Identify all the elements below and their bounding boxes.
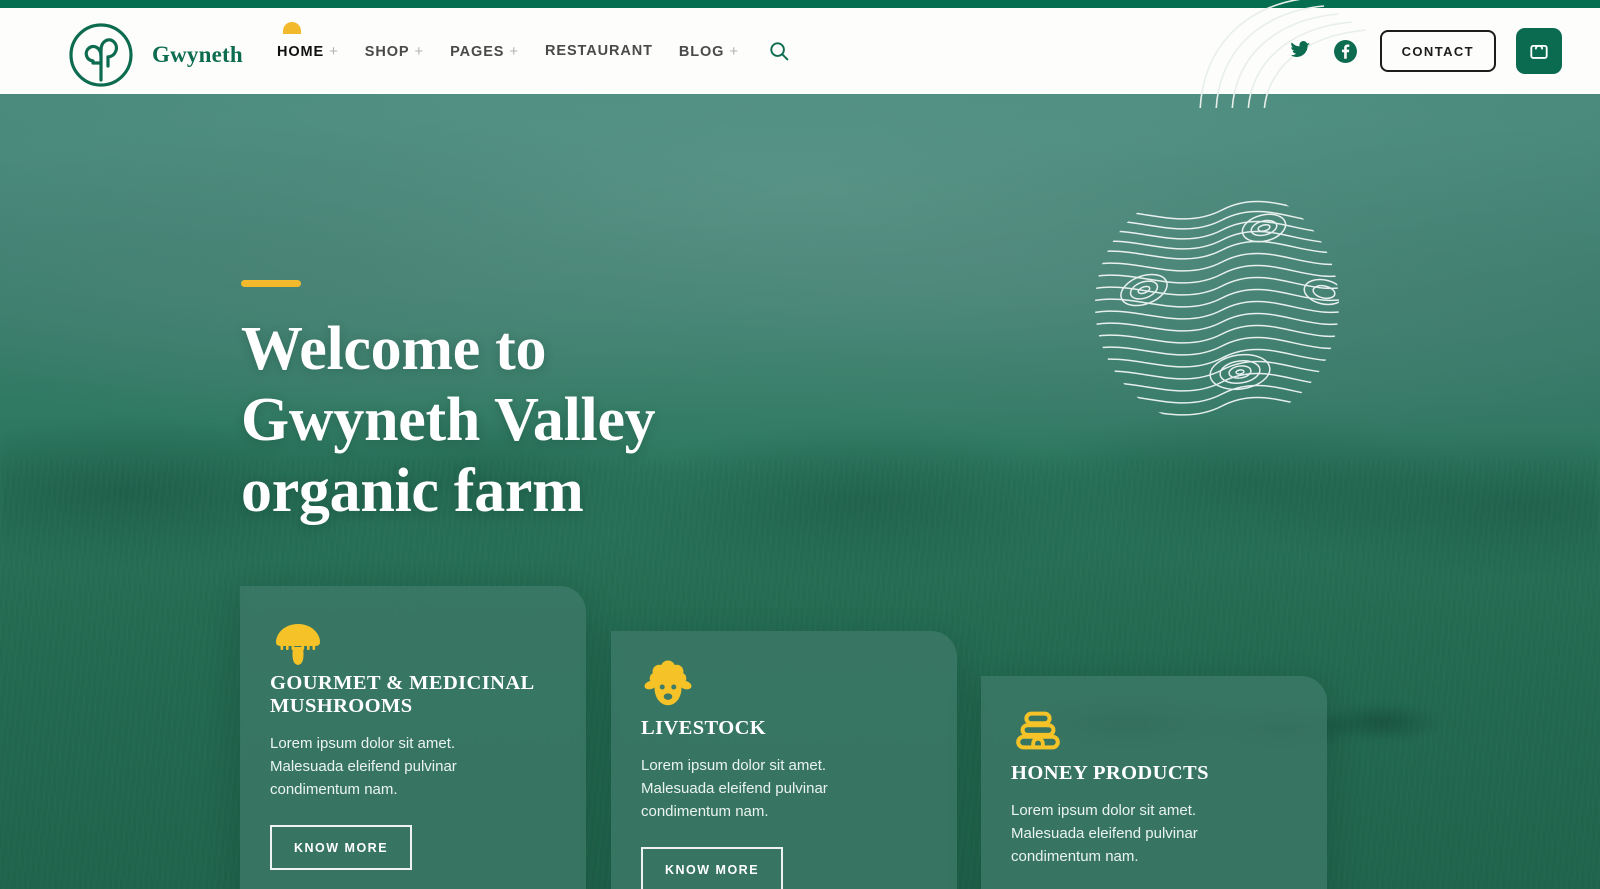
tree-in-circle-logo-icon (69, 23, 133, 87)
hero-title-line-1: Welcome to (241, 315, 547, 383)
shopping-bag-icon (1530, 44, 1548, 59)
card-title: HONEY PRODUCTS (1011, 762, 1209, 784)
mushroom-icon (240, 586, 586, 672)
twitter-icon[interactable] (1289, 40, 1311, 62)
site-header: Gwyneth HOME + SHOP + PAGES + RESTAURANT… (0, 0, 1600, 108)
search-icon[interactable] (769, 41, 789, 61)
sheep-icon (611, 631, 957, 717)
feature-card-honey[interactable]: HONEY PRODUCTS Lorem ipsum dolor sit ame… (981, 676, 1327, 889)
topographic-circle-pattern-icon (1092, 180, 1342, 430)
card-description: Lorem ipsum dolor sit amet. Malesuada el… (270, 735, 457, 798)
card-description: Lorem ipsum dolor sit amet. Malesuada el… (641, 757, 828, 820)
chevron-plus-icon: + (729, 42, 740, 60)
active-nav-marker (283, 21, 301, 34)
card-title: GOURMET & MEDICINAL MUSHROOMS (270, 672, 534, 717)
contact-button[interactable]: CONTACT (1379, 30, 1496, 72)
page-root: Gwyneth HOME + SHOP + PAGES + RESTAURANT… (0, 0, 1600, 889)
cart-button[interactable] (1516, 28, 1562, 74)
know-more-button[interactable]: KNOW MORE (641, 847, 784, 889)
facebook-icon[interactable] (1333, 39, 1358, 64)
brand-name[interactable]: Gwyneth (152, 42, 243, 68)
hero-section: Welcome to Gwyneth Valley organic farm G… (0, 94, 1600, 889)
nav-item-shop[interactable]: SHOP + (365, 43, 424, 60)
page-title: Welcome to Gwyneth Valley organic farm (241, 314, 1021, 527)
nav-item-home[interactable]: HOME + (277, 21, 339, 60)
chevron-plus-icon: + (329, 42, 339, 60)
hero-title-line-2: Gwyneth Valley (241, 386, 656, 454)
nav-item-label: BLOG (678, 43, 725, 60)
nav-item-label: PAGES (450, 43, 505, 60)
know-more-button[interactable]: KNOW MORE (270, 825, 413, 870)
chevron-plus-icon: + (414, 42, 425, 60)
nav-item-label: SHOP (364, 43, 410, 60)
brand-logo[interactable] (62, 16, 140, 94)
hero-accent-bar (241, 280, 301, 287)
nav-item-restaurant[interactable]: RESTAURANT (545, 43, 653, 59)
nav-item-label: RESTAURANT (545, 43, 653, 59)
beehive-icon (981, 676, 1327, 762)
feature-card-mushrooms[interactable]: GOURMET & MEDICINAL MUSHROOMS Lorem ipsu… (240, 586, 586, 889)
hero-title-line-3: organic farm (241, 457, 584, 525)
top-accent-bar (0, 0, 1600, 8)
feature-card-livestock[interactable]: LIVESTOCK Lorem ipsum dolor sit amet. Ma… (611, 631, 957, 889)
nav-item-label: HOME (277, 43, 325, 60)
card-description: Lorem ipsum dolor sit amet. Malesuada el… (1011, 802, 1198, 865)
main-navigation: HOME + SHOP + PAGES + RESTAURANT BLOG + (277, 8, 789, 94)
nav-item-blog[interactable]: BLOG + (679, 43, 739, 60)
nav-item-pages[interactable]: PAGES + (450, 43, 519, 60)
card-title: LIVESTOCK (641, 717, 767, 739)
header-actions: CONTACT (1289, 8, 1562, 94)
chevron-plus-icon: + (509, 42, 520, 60)
